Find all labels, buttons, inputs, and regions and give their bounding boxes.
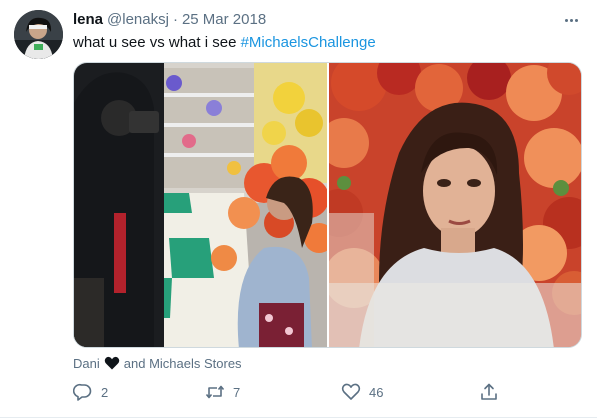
separator-dot: · bbox=[172, 11, 178, 28]
avatar[interactable] bbox=[14, 10, 63, 59]
retweet-button[interactable]: 7 bbox=[205, 380, 240, 404]
tagged-user-michaels[interactable]: Michaels Stores bbox=[149, 356, 241, 371]
display-name[interactable]: lena bbox=[73, 11, 103, 28]
action-bar: 2 7 46 bbox=[73, 380, 513, 404]
tagged-user-dani[interactable]: Dani bbox=[73, 356, 100, 371]
like-button[interactable]: 46 bbox=[341, 380, 383, 404]
share-icon bbox=[481, 383, 497, 400]
user-handle[interactable]: @lenaksj bbox=[107, 11, 169, 28]
retweet-icon bbox=[205, 385, 225, 399]
reply-button[interactable]: 2 bbox=[73, 380, 108, 404]
heart-outline-icon bbox=[341, 383, 361, 400]
like-count: 46 bbox=[369, 384, 384, 400]
tweet-header: lena @lenaksj · 25 Mar 2018 bbox=[73, 11, 266, 31]
photo-portrait[interactable] bbox=[315, 63, 581, 347]
tagged-users: Dani and Michaels Stores bbox=[73, 354, 242, 372]
hashtag-link[interactable]: #MichaelsChallenge bbox=[241, 34, 376, 51]
tweet-media[interactable] bbox=[73, 62, 582, 348]
share-button[interactable] bbox=[479, 380, 499, 404]
retweet-count: 7 bbox=[233, 384, 241, 400]
black-heart-icon bbox=[104, 356, 119, 370]
tweet-text-body: what u see vs what i see bbox=[73, 34, 241, 51]
tweet-date[interactable]: 25 Mar 2018 bbox=[182, 11, 266, 28]
more-icon[interactable] bbox=[559, 12, 583, 28]
tweet-text: what u see vs what i see #MichaelsChalle… bbox=[73, 33, 376, 53]
reply-icon bbox=[73, 383, 92, 401]
tweet-card[interactable]: lena @lenaksj · 25 Mar 2018 what u see v… bbox=[0, 0, 597, 418]
tagged-joiner: and bbox=[123, 355, 146, 371]
reply-count: 2 bbox=[101, 384, 109, 400]
photo-photographer[interactable] bbox=[74, 63, 334, 347]
